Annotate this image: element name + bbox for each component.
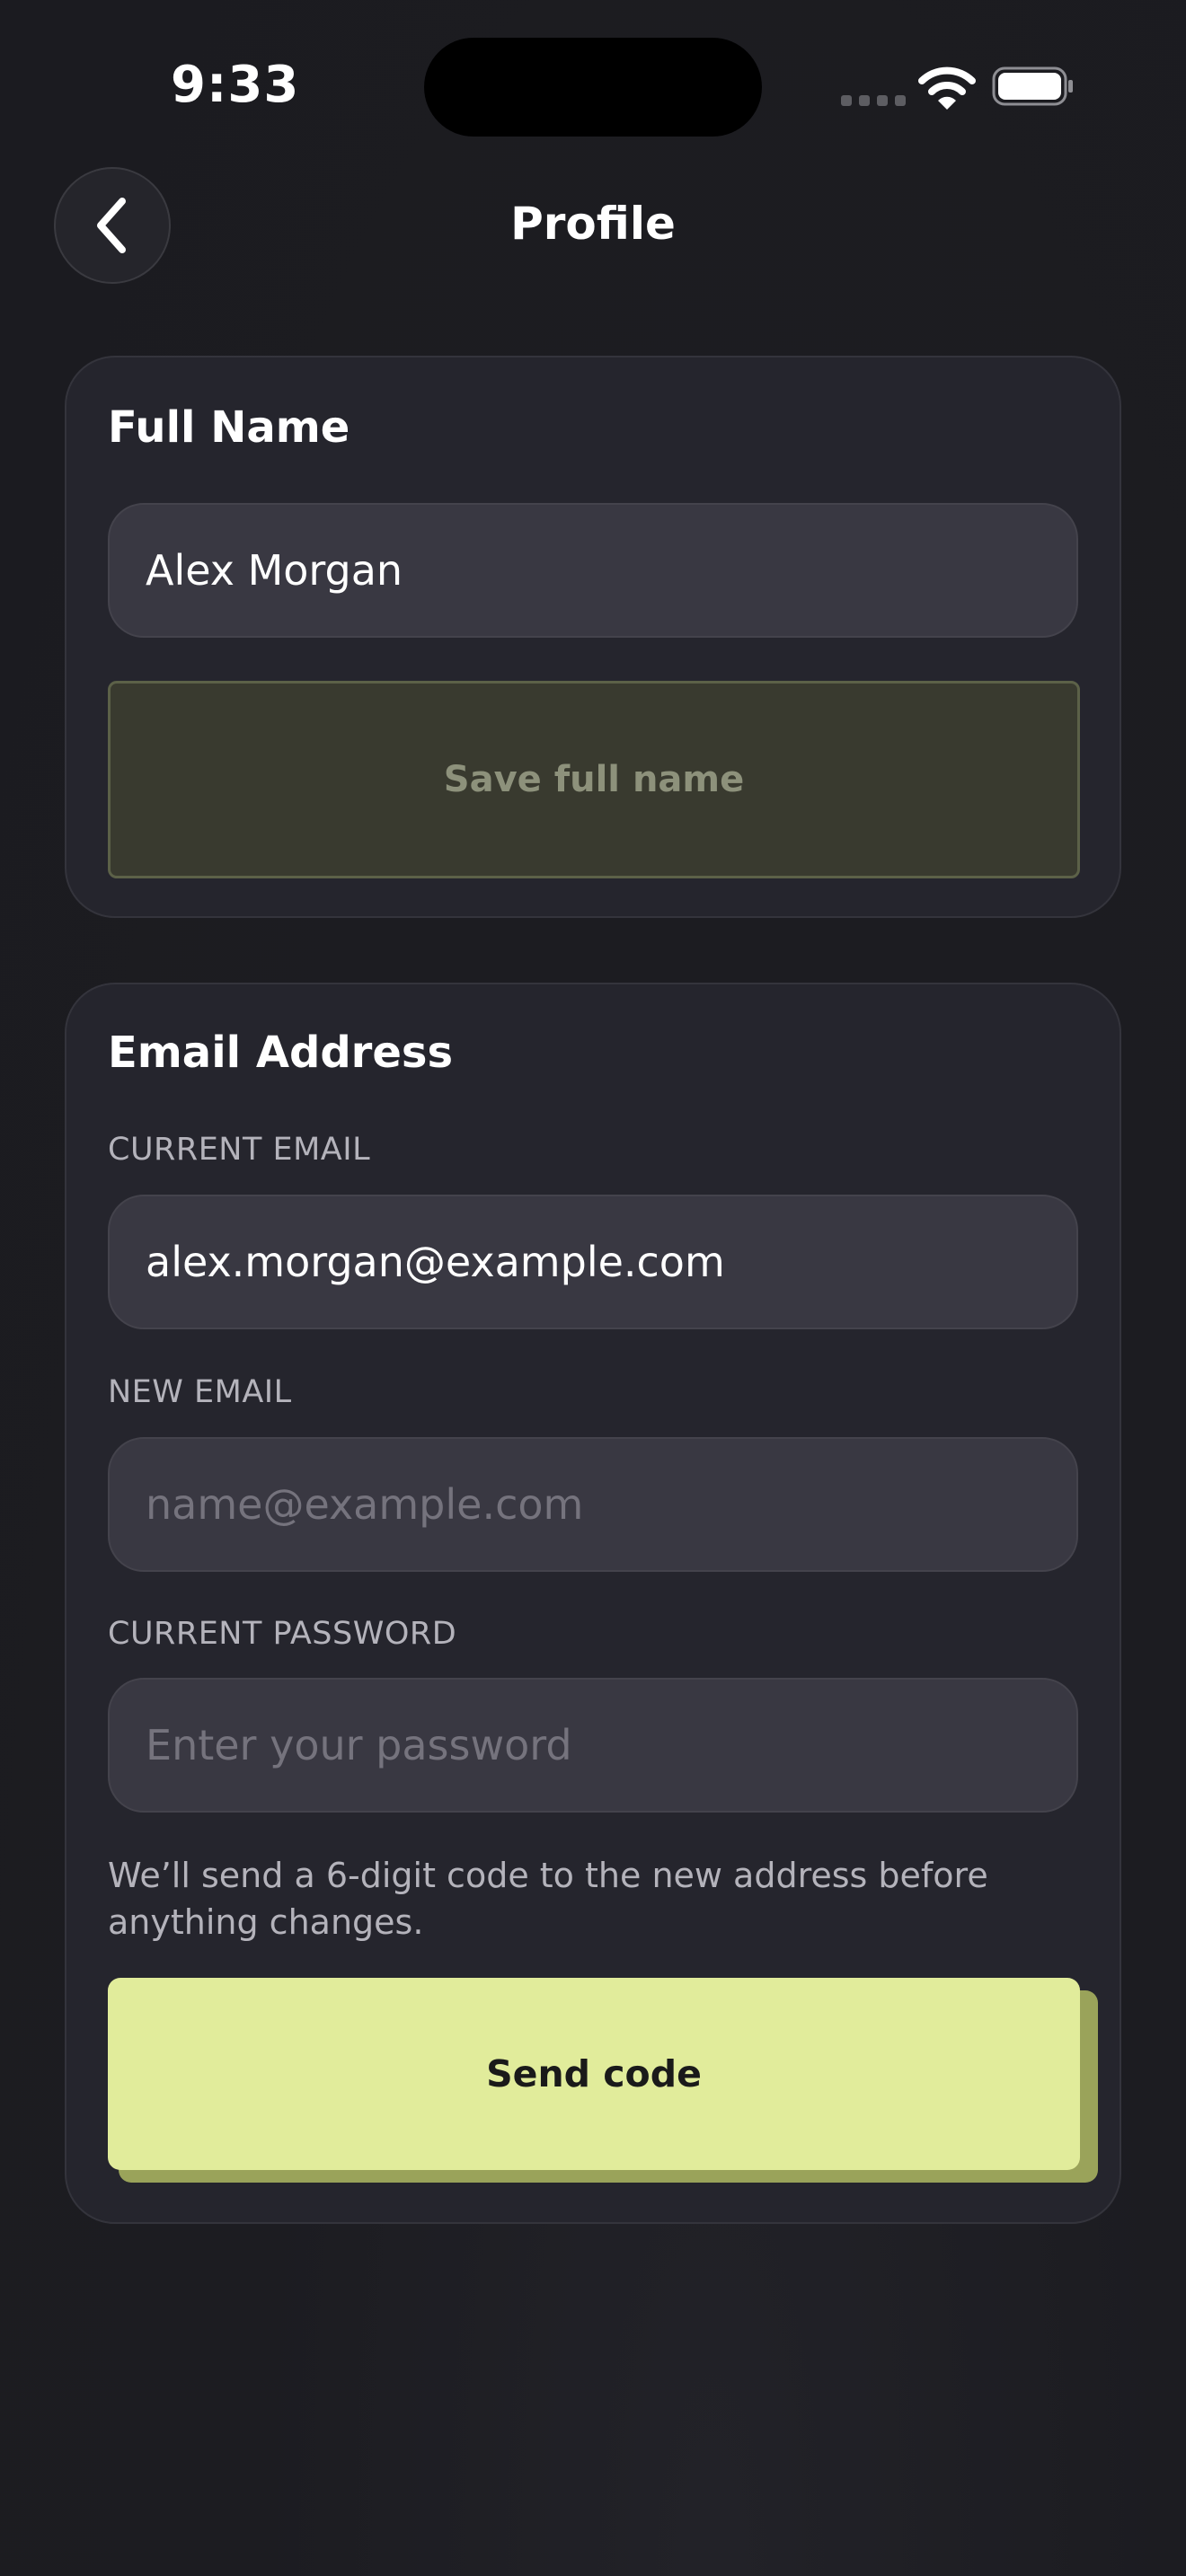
- status-time: 9:33: [171, 56, 300, 114]
- new-email-label: NEW EMAIL: [108, 1374, 292, 1410]
- new-email-input[interactable]: name@example.com: [108, 1437, 1078, 1572]
- full-name-card: Full Name Alex Morgan Save full name: [65, 356, 1121, 918]
- send-code-button[interactable]: Send code: [108, 1978, 1080, 2170]
- current-email-field: alex.morgan@example.com: [108, 1195, 1078, 1329]
- current-password-input[interactable]: Enter your password: [108, 1678, 1078, 1813]
- current-password-label: CURRENT PASSWORD: [108, 1616, 457, 1652]
- save-full-name-button[interactable]: Save full name: [108, 681, 1080, 878]
- status-bar: 9:33: [0, 0, 1186, 171]
- current-email-label: CURRENT EMAIL: [108, 1132, 371, 1168]
- email-address-card: Email Address CURRENT EMAIL alex.morgan@…: [65, 983, 1121, 2224]
- email-address-title: Email Address: [108, 1028, 454, 1078]
- helper-text: We’ll send a 6-digit code to the new add…: [108, 1856, 988, 1942]
- dynamic-island: [424, 38, 762, 137]
- page-title: Profile: [510, 198, 676, 250]
- battery-icon: [992, 66, 1073, 106]
- wifi-icon: [918, 66, 976, 110]
- full-name-input[interactable]: Alex Morgan: [108, 503, 1078, 638]
- full-name-title: Full Name: [108, 402, 350, 453]
- cellular-signal-icon: [841, 95, 906, 106]
